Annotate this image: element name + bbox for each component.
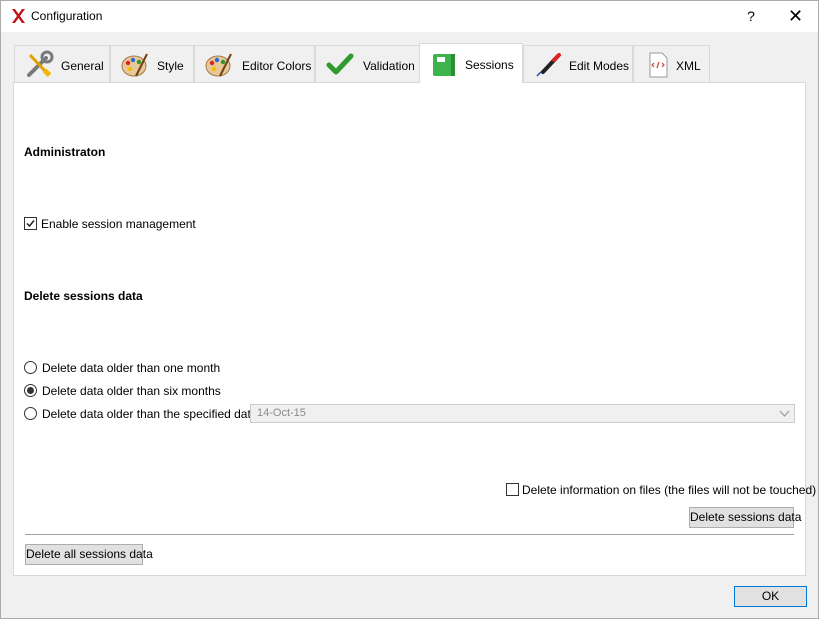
close-button[interactable]: ✕ (773, 1, 818, 32)
enable-session-checkbox[interactable] (24, 217, 37, 230)
pen-icon (536, 53, 561, 77)
divider (25, 534, 794, 535)
tab-editor-colors[interactable]: Editor Colors (194, 45, 315, 82)
window-title: Configuration (31, 9, 103, 23)
radio-six-months[interactable] (24, 384, 37, 397)
chevron-down-icon (779, 410, 790, 417)
delete-info-label: Delete information on files (the files w… (522, 483, 817, 497)
tab-general[interactable]: General (14, 45, 110, 82)
palette-icon (205, 53, 232, 77)
radio-six-months-label: Delete data older than six months (42, 384, 221, 398)
radio-specified-date-label: Delete data older than the specified dat… (42, 407, 258, 421)
help-button[interactable]: ? (729, 1, 773, 32)
configuration-dialog: Configuration ? ✕ General Style Editor C… (0, 0, 819, 619)
delete-sessions-button[interactable]: Delete sessions data (689, 507, 801, 528)
date-select-value: 14-Oct-15 (257, 407, 306, 419)
tab-xml[interactable]: XML (633, 45, 710, 82)
delete-info-checkbox[interactable] (506, 483, 519, 496)
administration-heading: Administraton (24, 145, 106, 159)
tab-edit-modes-label: Edit Modes (569, 59, 630, 73)
wrench-screwdriver-icon (27, 50, 54, 77)
green-folder-icon (433, 54, 455, 76)
tab-validation-label: Validation (363, 59, 415, 73)
date-select[interactable]: 14-Oct-15 (250, 404, 795, 423)
radio-specified-date[interactable] (24, 407, 37, 420)
tab-style-label: Style (157, 59, 184, 73)
delete-all-sessions-button[interactable]: Delete all sessions data (25, 544, 153, 565)
ok-button[interactable]: OK (734, 586, 807, 607)
tab-validation[interactable]: Validation (315, 45, 420, 82)
app-x-logo-icon (12, 9, 25, 23)
tab-sessions-label: Sessions (465, 58, 514, 72)
check-mark-icon (26, 220, 35, 228)
radio-one-month-label: Delete data older than one month (42, 361, 221, 375)
checkmark-icon (326, 53, 354, 75)
tab-sessions[interactable]: Sessions (419, 43, 523, 83)
title-bar: Configuration ? ✕ (1, 1, 818, 32)
tab-editor-colors-label: Editor Colors (242, 59, 312, 73)
tab-general-label: General (61, 59, 104, 73)
tab-xml-label: XML (676, 59, 701, 73)
enable-session-label: Enable session management (41, 217, 196, 231)
tab-edit-modes[interactable]: Edit Modes (523, 45, 633, 82)
radio-one-month[interactable] (24, 361, 37, 374)
sessions-panel: Administraton Enable session management … (13, 82, 816, 576)
xml-document-icon (649, 52, 668, 78)
delete-sessions-heading: Delete sessions data (24, 289, 143, 303)
palette-icon (121, 53, 148, 77)
tab-style[interactable]: Style (110, 45, 194, 82)
